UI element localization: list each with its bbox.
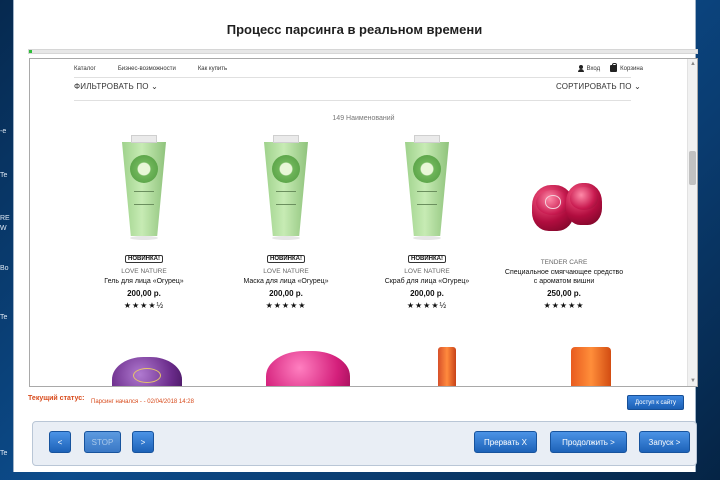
product-price: 250,00 р. <box>547 289 581 298</box>
site-account-area: Вход Корзина <box>577 63 643 72</box>
new-badge: НОВИНКА! <box>125 255 163 263</box>
rating-stars: ★★★★½ <box>406 301 448 310</box>
continue-button[interactable]: Продолжить > <box>550 431 627 453</box>
desktop-label: Te <box>0 450 8 457</box>
next-button[interactable]: > <box>132 431 154 453</box>
status-label: Текущий статус: <box>28 395 85 402</box>
product-image[interactable] <box>266 351 350 386</box>
scroll-up-arrow-icon[interactable]: ▲ <box>689 60 697 68</box>
product-card[interactable]: НОВИНКА! LOVE NATURE Скраб для лица «Огу… <box>357 129 497 310</box>
login-label: Вход <box>586 65 601 72</box>
sort-dropdown[interactable]: СОРТИРОВАТЬ ПО ⌄ <box>556 82 641 91</box>
site-nav: Каталог Бизнес-возможности Как купить <box>74 66 249 72</box>
window-title: Процесс парсинга в реальном времени <box>226 22 483 37</box>
desktop-label: Bo <box>0 265 9 272</box>
product-brand: LOVE NATURE <box>121 268 167 275</box>
cart-label: Корзина <box>620 65 643 72</box>
parser-window: Процесс парсинга в реальном времени Ката… <box>13 0 698 472</box>
product-image[interactable] <box>571 347 611 386</box>
product-image[interactable] <box>74 129 214 247</box>
product-card[interactable]: TENDER CARE Специальное смягчающее средс… <box>494 129 634 310</box>
scroll-thumb[interactable] <box>689 151 696 185</box>
filter-dropdown[interactable]: ФИЛЬТРОВАТЬ ПО ⌄ <box>74 82 158 91</box>
product-grid-row-2 <box>74 339 631 386</box>
stop-button[interactable]: STOP <box>84 431 121 453</box>
desktop-label: Te <box>0 172 8 179</box>
desktop-label: -e <box>0 128 7 135</box>
product-price: 200,00 р. <box>127 289 161 298</box>
product-name[interactable]: Специальное смягчающее средство с аромато… <box>494 268 634 286</box>
start-button[interactable]: Запуск > <box>639 431 690 453</box>
rating-stars: ★★★★★ <box>265 301 307 310</box>
interrupt-button[interactable]: Прервать X <box>474 431 537 453</box>
scroll-down-arrow-icon[interactable]: ▼ <box>689 377 697 385</box>
site-access-button[interactable]: Доступ к сайту <box>627 395 684 410</box>
product-name[interactable]: Маска для лица «Огурец» <box>216 277 356 286</box>
desktop-label: W <box>0 225 7 232</box>
product-card[interactable]: НОВИНКА! LOVE NATURE Гель для лица «Огур… <box>74 129 214 310</box>
status-text: Парсинг начался - - 02/04/2018 14:28 <box>91 399 194 405</box>
product-brand: TENDER CARE <box>540 259 588 266</box>
product-grid: НОВИНКА! LOVE NATURE Гель для лица «Огур… <box>74 129 631 329</box>
progress-fill <box>29 50 32 53</box>
product-brand: LOVE NATURE <box>404 268 450 275</box>
product-image[interactable] <box>112 357 182 386</box>
bag-icon <box>610 63 618 72</box>
product-image[interactable] <box>357 129 497 247</box>
product-image[interactable] <box>216 129 356 247</box>
nav-catalog-link[interactable]: Каталог <box>74 66 96 72</box>
nav-how-to-buy-link[interactable]: Как купить <box>198 66 227 72</box>
divider <box>74 77 631 78</box>
rating-stars: ★★★★★ <box>543 301 585 310</box>
nav-business-link[interactable]: Бизнес-возможности <box>118 66 176 72</box>
product-count: 149 Наименований <box>332 115 395 122</box>
desktop-label: RE <box>0 215 10 222</box>
cart-link[interactable]: Корзина <box>610 63 643 72</box>
product-price: 200,00 р. <box>410 289 444 298</box>
login-link[interactable]: Вход <box>577 65 601 72</box>
embedded-browser[interactable]: Каталог Бизнес-возможности Как купить Вх… <box>29 58 698 387</box>
rating-stars: ★★★★½ <box>123 301 165 310</box>
product-name[interactable]: Скраб для лица «Огурец» <box>357 277 497 286</box>
parse-progress-bar <box>28 49 698 54</box>
product-name[interactable]: Гель для лица «Огурец» <box>74 277 214 286</box>
product-image[interactable] <box>494 129 634 256</box>
prev-button[interactable]: < <box>49 431 71 453</box>
browser-scrollbar[interactable]: ▲ ▼ <box>687 59 697 386</box>
new-badge: НОВИНКА! <box>267 255 305 263</box>
product-image[interactable] <box>438 347 456 386</box>
product-brand: LOVE NATURE <box>263 268 309 275</box>
control-panel: < STOP > Прервать X Продолжить > Запуск … <box>32 421 697 466</box>
user-icon <box>577 65 584 72</box>
new-badge: НОВИНКА! <box>408 255 446 263</box>
divider <box>74 100 631 101</box>
product-card[interactable]: НОВИНКА! LOVE NATURE Маска для лица «Огу… <box>216 129 356 310</box>
desktop-label: Te <box>0 314 8 321</box>
product-price: 200,00 р. <box>269 289 303 298</box>
